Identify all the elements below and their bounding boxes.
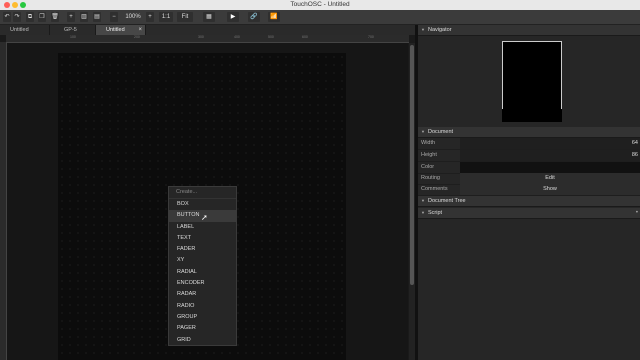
scrollbar-thumb[interactable] <box>410 45 414 285</box>
zoom-in-button[interactable]: + <box>146 12 154 22</box>
color-label: Color <box>421 164 435 170</box>
ruler-tick: 500 <box>268 35 274 39</box>
zoom-level: 100% <box>125 14 141 20</box>
tab-untitled-1[interactable]: Untitled <box>0 25 50 35</box>
add-control-icon[interactable]: + <box>67 12 75 22</box>
width-label: Width <box>421 140 436 146</box>
menu-item-pager[interactable]: PAGER <box>169 323 236 334</box>
link-icon[interactable]: 🔗 <box>248 12 260 22</box>
routing-label: Routing <box>421 175 440 181</box>
pointer-cursor-icon: ➚ <box>201 213 208 222</box>
redo-icon[interactable]: ↷ <box>13 12 21 22</box>
menu-item-radial[interactable]: RADIAL <box>169 267 236 278</box>
comments-show-button[interactable]: Show <box>460 184 640 195</box>
close-tab-icon[interactable]: × <box>138 25 142 35</box>
height-label: Height <box>421 152 437 158</box>
collapse-triangle-icon: ▼ <box>421 27 425 32</box>
zoom-fit-button[interactable]: Fit <box>177 12 193 22</box>
menu-item-box[interactable]: BOX <box>169 199 236 210</box>
tab-untitled-active[interactable]: Untitled × <box>96 25 146 35</box>
undo-icon[interactable]: ↶ <box>3 12 11 22</box>
align-icon[interactable]: ▤ <box>93 12 101 22</box>
title-bar: TouchOSC - Untitled <box>0 0 640 10</box>
document-tree-header[interactable]: ▼ Document Tree <box>418 196 640 207</box>
play-icon[interactable]: ▶ <box>227 12 239 22</box>
collapse-triangle-icon: ▼ <box>421 210 425 215</box>
color-swatch[interactable] <box>460 162 640 173</box>
ruler-tick: 100 <box>70 35 76 39</box>
create-context-menu: Create... BOX BUTTON LABEL TEXT FADER XY… <box>168 186 237 346</box>
navigator-header[interactable]: ▼ Navigator <box>418 25 640 36</box>
script-header[interactable]: ▼ Script • <box>418 208 640 219</box>
tab-gp-5[interactable]: GP-5 <box>50 25 96 35</box>
document-header[interactable]: ▼ Document <box>418 127 640 138</box>
tab-label: Untitled <box>106 27 125 33</box>
menu-item-grid[interactable]: GRID <box>169 335 236 346</box>
tab-label: GP-5 <box>64 27 77 33</box>
navigator-preview-strip <box>502 109 562 122</box>
navigator-title: Navigator <box>428 27 452 33</box>
collapse-triangle-icon: ▼ <box>421 129 425 134</box>
ruler-tick: 400 <box>234 35 240 39</box>
ruler-tick: 700 <box>368 35 374 39</box>
tab-label: Untitled <box>10 27 29 33</box>
grid-icon[interactable]: ▦ <box>203 12 215 22</box>
inspector-panel: ▼ Navigator ▼ Document Width 64 Height 86 … <box>418 25 640 360</box>
distribute-icon[interactable]: ▥ <box>80 12 88 22</box>
height-row: Height 86 <box>418 150 640 162</box>
comments-label: Comments <box>421 186 448 192</box>
document-tabs: Untitled GP-5 Untitled × <box>0 25 415 35</box>
document-title: Document <box>428 129 454 135</box>
document-tree-title: Document Tree <box>428 198 466 204</box>
menu-item-radio[interactable]: RADIO <box>169 301 236 312</box>
script-title: Script <box>428 210 443 216</box>
menu-item-fader[interactable]: FADER <box>169 244 236 255</box>
comments-row: Comments Show <box>418 184 640 196</box>
menu-item-radar[interactable]: RADAR <box>169 289 236 300</box>
zoom-out-button[interactable]: − <box>110 12 118 22</box>
menu-item-encoder[interactable]: ENCODER <box>169 278 236 289</box>
copy-icon[interactable]: ⧉ <box>26 12 34 22</box>
toolbar: ↶ ↷ ⧉ ❐ 🗑 + ▥ ▤ − 100% + 1:1 Fit ▦ ▶ 🔗 📶 <box>0 10 640 25</box>
window-title: TouchOSC - Untitled <box>290 1 350 8</box>
vertical-ruler <box>0 42 7 360</box>
wifi-icon[interactable]: 📶 <box>268 12 280 22</box>
ruler-tick: 300 <box>198 35 204 39</box>
delete-icon[interactable]: 🗑 <box>51 12 59 22</box>
width-field[interactable]: 64 <box>460 138 640 149</box>
menu-item-xy[interactable]: XY <box>169 255 236 266</box>
ruler-tick: 600 <box>302 35 308 39</box>
menu-item-group[interactable]: GROUP <box>169 312 236 323</box>
paste-icon[interactable]: ❐ <box>38 12 46 22</box>
horizontal-ruler: 100 200 300 400 500 600 700 <box>6 35 409 43</box>
script-options-icon[interactable]: • <box>636 208 638 218</box>
width-row: Width 64 <box>418 138 640 150</box>
menu-item-label[interactable]: LABEL <box>169 222 236 233</box>
routing-edit-button[interactable]: Edit <box>460 173 640 184</box>
menu-item-text[interactable]: TEXT <box>169 233 236 244</box>
height-field[interactable]: 86 <box>460 150 640 161</box>
ruler-tick: 200 <box>134 35 140 39</box>
menu-header: Create... <box>169 187 236 199</box>
zoom-1to1-button[interactable]: 1:1 <box>159 12 173 22</box>
collapse-triangle-icon: ▼ <box>421 198 425 203</box>
